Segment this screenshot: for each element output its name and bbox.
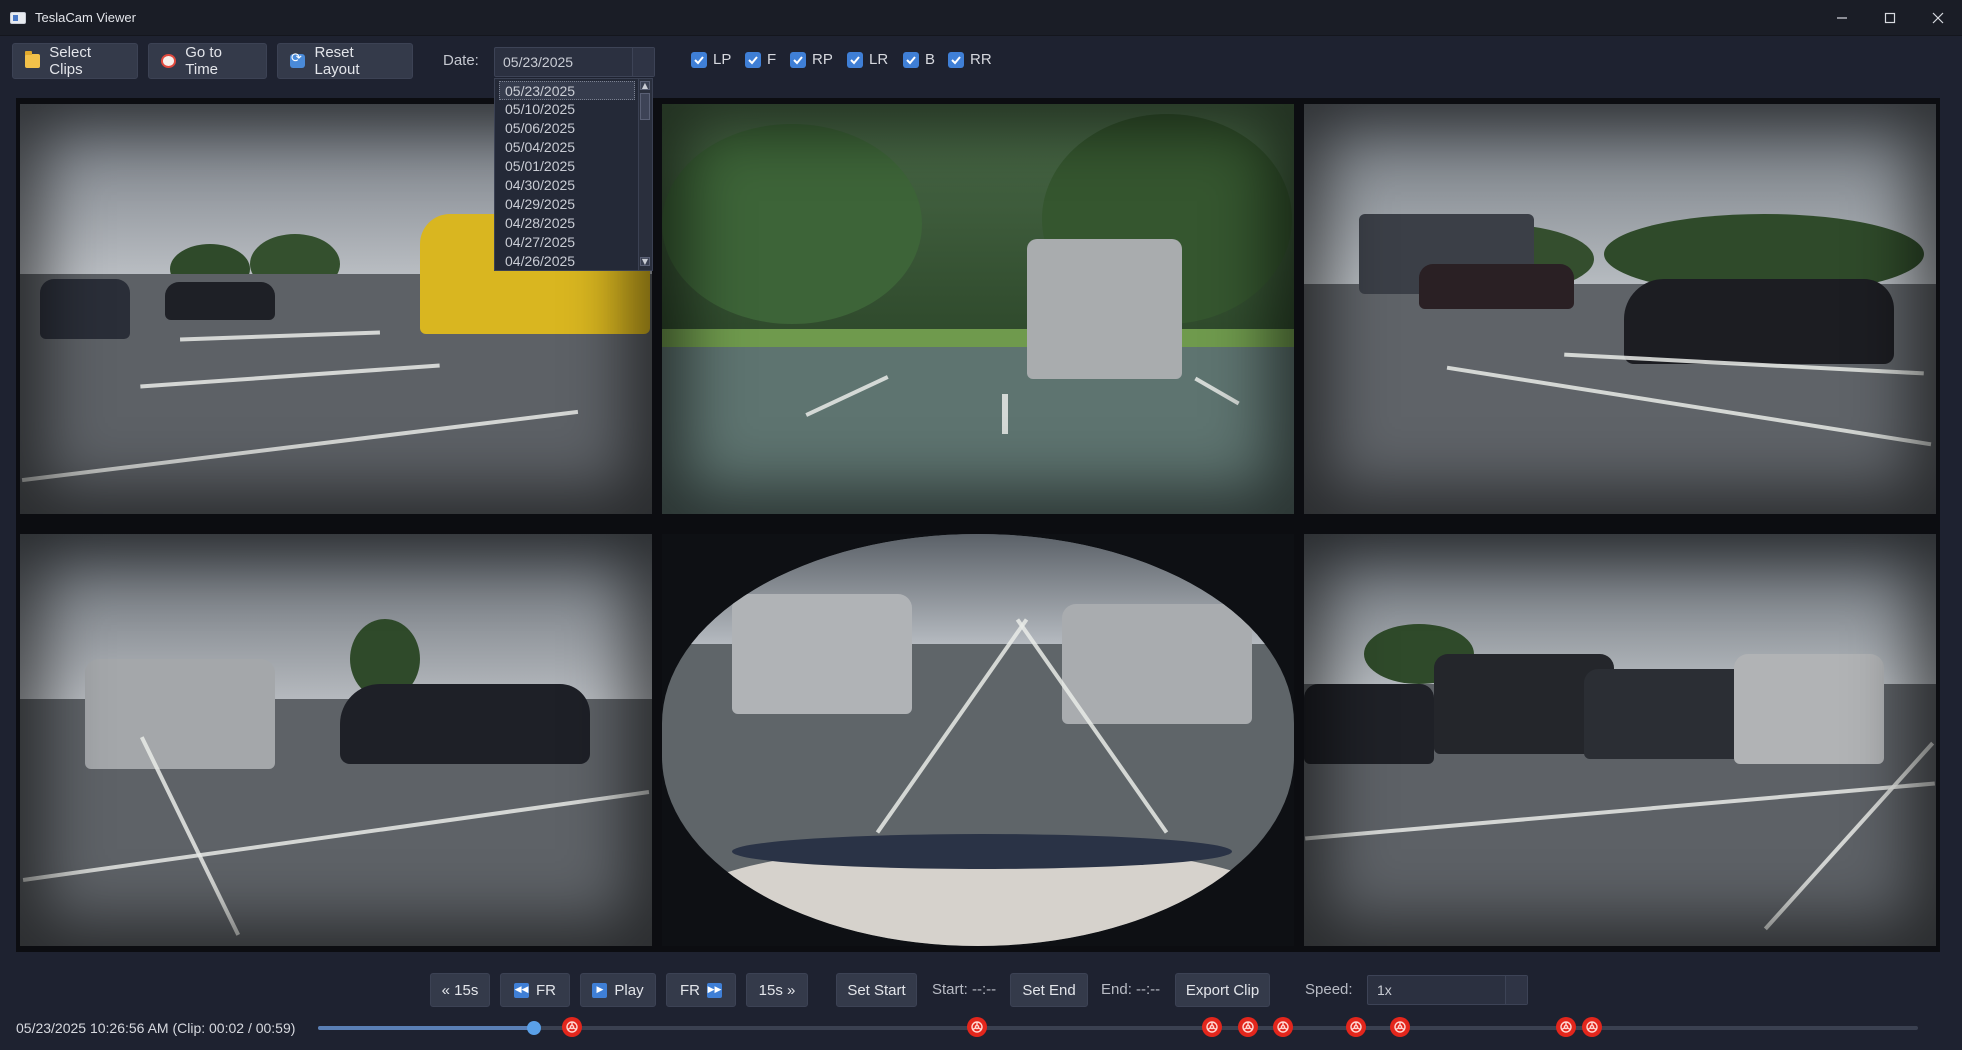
- camera-toggle-b[interactable]: B: [903, 51, 935, 68]
- select-clips-label: Select Clips: [49, 44, 91, 78]
- camera-toggle-label: RR: [970, 51, 992, 68]
- dropdown-scrollbar[interactable]: ▲ ▼: [638, 79, 652, 270]
- camera-toggle-label: B: [925, 51, 936, 68]
- event-marker-icon[interactable]: [1272, 1017, 1293, 1037]
- frame-forward-button[interactable]: FR ▶▶: [666, 973, 736, 1007]
- title-bar: TeslaCam Viewer: [0, 0, 1962, 36]
- frame-back-label: FR: [536, 981, 556, 999]
- camera-view-front[interactable]: [662, 104, 1294, 514]
- camera-toggle-f[interactable]: F: [745, 51, 776, 68]
- event-marker-icon[interactable]: [562, 1017, 583, 1037]
- speed-label: Speed:: [1305, 981, 1353, 998]
- maximize-button[interactable]: [1866, 0, 1914, 36]
- event-marker-icon[interactable]: [1581, 1017, 1602, 1037]
- checkbox-checked-icon[interactable]: [948, 51, 964, 68]
- date-option[interactable]: 05/01/2025: [505, 157, 633, 176]
- date-option[interactable]: 05/10/2025: [505, 100, 633, 119]
- camera-toggle-rp[interactable]: RP: [790, 51, 833, 68]
- start-time-text: Start: --:--: [932, 981, 997, 998]
- back-15s-label: « 15s: [441, 981, 479, 999]
- event-marker-icon[interactable]: [1389, 1017, 1410, 1037]
- event-marker-icon[interactable]: [1346, 1017, 1367, 1037]
- checkbox-checked-icon[interactable]: [790, 51, 806, 68]
- play-button[interactable]: ▶ Play: [580, 973, 656, 1007]
- scrollbar-thumb[interactable]: [640, 93, 650, 120]
- date-select-value: 05/23/2025: [503, 54, 574, 70]
- minimize-button[interactable]: [1818, 0, 1866, 36]
- speed-select[interactable]: 1x: [1367, 975, 1528, 1005]
- camera-toggle-label: LR: [869, 51, 889, 68]
- reset-layout-button[interactable]: Reset Layout: [277, 43, 413, 79]
- checkbox-checked-icon[interactable]: [847, 51, 863, 68]
- event-marker-icon[interactable]: [1202, 1017, 1223, 1037]
- date-option[interactable]: 04/27/2025: [505, 233, 633, 252]
- timeline-handle[interactable]: [527, 1021, 541, 1035]
- set-end-button[interactable]: Set End: [1010, 973, 1088, 1007]
- forward-15s-label: 15s »: [758, 981, 796, 999]
- app-icon: [10, 11, 26, 24]
- checkbox-checked-icon[interactable]: [691, 51, 707, 68]
- timeline-slider[interactable]: [318, 1017, 1918, 1037]
- camera-toggle-label: F: [767, 51, 777, 68]
- playback-status: 05/23/2025 10:26:56 AM (Clip: 00:02 / 00…: [16, 1020, 296, 1036]
- camera-view-back[interactable]: [662, 534, 1294, 946]
- event-marker-icon[interactable]: [1556, 1017, 1576, 1037]
- date-dropdown-list[interactable]: 05/23/2025 05/10/2025 05/06/2025 05/04/2…: [494, 78, 653, 271]
- end-time-text: End: --:--: [1101, 981, 1161, 998]
- dropdown-arrow-icon[interactable]: [632, 48, 654, 76]
- event-marker-icon[interactable]: [1237, 1017, 1258, 1037]
- reset-icon: [290, 51, 306, 68]
- timeline-progress: [318, 1026, 534, 1030]
- play-label: Play: [614, 981, 644, 999]
- camera-toggle-label: LP: [713, 51, 732, 68]
- frame-forward-label: FR: [680, 981, 700, 999]
- back-15s-button[interactable]: « 15s: [430, 973, 490, 1007]
- speed-select-value: 1x: [1377, 982, 1392, 998]
- date-label: Date:: [443, 52, 479, 69]
- set-end-label: Set End: [1022, 981, 1076, 999]
- checkbox-checked-icon[interactable]: [745, 51, 761, 68]
- date-option[interactable]: 05/23/2025: [499, 81, 635, 100]
- window-title: TeslaCam Viewer: [35, 10, 136, 25]
- set-start-button[interactable]: Set Start: [836, 973, 917, 1007]
- select-clips-button[interactable]: Select Clips: [12, 43, 138, 79]
- set-start-label: Set Start: [847, 981, 906, 999]
- camera-view-right-pillar[interactable]: [1304, 104, 1936, 514]
- fast-forward-icon: ▶▶: [707, 982, 722, 998]
- scroll-up-icon[interactable]: ▲: [640, 81, 650, 90]
- forward-15s-button[interactable]: 15s »: [746, 973, 808, 1007]
- folder-icon: [25, 51, 41, 68]
- rewind-icon: ◀◀: [514, 982, 529, 998]
- scroll-down-icon[interactable]: ▼: [640, 257, 650, 266]
- camera-grid: [16, 98, 1940, 952]
- play-icon: ▶: [592, 982, 608, 998]
- checkbox-checked-icon[interactable]: [903, 51, 919, 68]
- date-option[interactable]: 05/04/2025: [505, 138, 633, 157]
- date-select[interactable]: 05/23/2025: [494, 47, 655, 77]
- camera-toggle-lr[interactable]: LR: [847, 51, 888, 68]
- camera-toggle-lp[interactable]: LP: [691, 51, 731, 68]
- camera-view-left-repeater[interactable]: [20, 534, 652, 946]
- export-clip-label: Export Clip: [1185, 981, 1260, 999]
- date-option[interactable]: 04/29/2025: [505, 195, 633, 214]
- date-option[interactable]: 05/06/2025: [505, 119, 633, 138]
- date-option[interactable]: 04/30/2025: [505, 176, 633, 195]
- close-button[interactable]: [1914, 0, 1962, 36]
- export-clip-button[interactable]: Export Clip: [1175, 973, 1270, 1007]
- date-option[interactable]: 04/26/2025: [505, 252, 633, 271]
- go-to-time-button[interactable]: Go to Time: [148, 43, 267, 79]
- frame-back-button[interactable]: ◀◀ FR: [500, 973, 570, 1007]
- event-marker-icon[interactable]: [967, 1017, 988, 1037]
- camera-view-right-repeater[interactable]: [1304, 534, 1936, 946]
- alarm-clock-icon: [161, 54, 177, 68]
- go-to-time-label: Go to Time: [185, 44, 222, 78]
- date-option[interactable]: 04/28/2025: [505, 214, 633, 233]
- dropdown-arrow-icon[interactable]: [1505, 976, 1527, 1004]
- camera-toggle-label: RP: [812, 51, 833, 68]
- camera-toggle-rr[interactable]: RR: [948, 51, 992, 68]
- reset-layout-label: Reset Layout: [314, 44, 360, 78]
